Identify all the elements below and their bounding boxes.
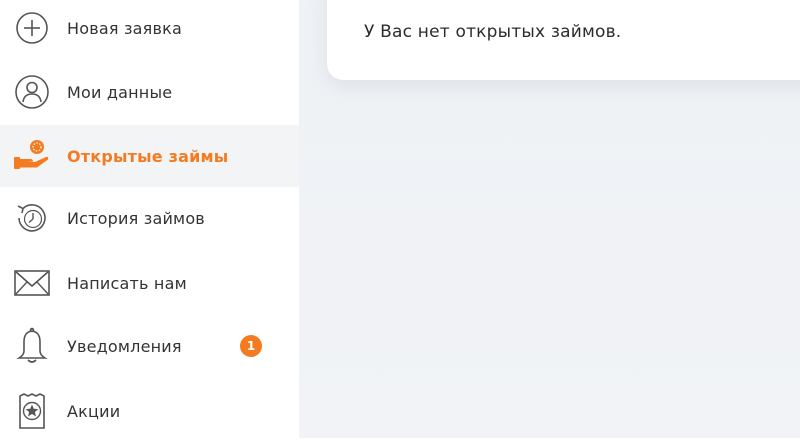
sidebar-item-label: История займов — [67, 208, 205, 228]
main-content: У Вас нет открытых займов. — [299, 0, 800, 438]
coin-hand-icon — [13, 137, 51, 175]
sidebar-item-label: Написать нам — [67, 273, 187, 293]
notification-count-badge: 1 — [240, 335, 262, 357]
star-ticket-icon — [13, 392, 51, 430]
sidebar-item-label: Новая заявка — [67, 18, 183, 38]
sidebar-item-notifications[interactable]: Уведомления 1 — [0, 315, 299, 377]
message-card: У Вас нет открытых займов. — [327, 0, 800, 80]
sidebar-item-label: Акции — [67, 401, 121, 421]
bell-icon — [13, 327, 51, 365]
no-open-loans-message: У Вас нет открытых займов. — [364, 22, 622, 42]
plus-circle-icon — [13, 9, 51, 47]
sidebar: Новая заявка Мои данные Открытые займы И… — [0, 0, 299, 438]
sidebar-item-label: Уведомления — [67, 336, 182, 356]
sidebar-item-my-data[interactable]: Мои данные — [0, 61, 299, 123]
sidebar-item-promotions[interactable]: Акции — [0, 380, 299, 442]
user-icon — [13, 73, 51, 111]
envelope-icon — [13, 264, 51, 302]
sidebar-item-label: Мои данные — [67, 82, 173, 102]
sidebar-item-label: Открытые займы — [67, 146, 229, 166]
sidebar-item-open-loans[interactable]: Открытые займы — [0, 125, 299, 187]
sidebar-item-write-us[interactable]: Написать нам — [0, 252, 299, 314]
sidebar-item-new-application[interactable]: Новая заявка — [0, 0, 299, 59]
sidebar-item-loan-history[interactable]: История займов — [0, 187, 299, 249]
clock-history-icon — [13, 199, 51, 237]
